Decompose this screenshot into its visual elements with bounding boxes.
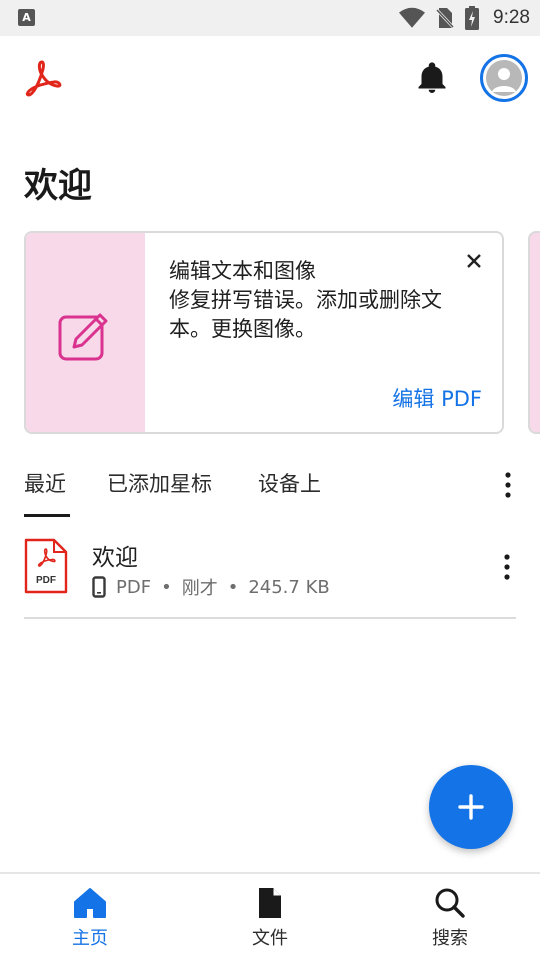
separator-dot: • — [161, 576, 172, 598]
file-type: PDF — [116, 576, 152, 598]
svg-text:PDF: PDF — [36, 575, 56, 586]
file-size: 245.7 KB — [248, 576, 330, 598]
search-icon — [435, 888, 465, 918]
nav-search[interactable]: 搜索 — [400, 886, 500, 950]
nav-files[interactable]: 文件 — [220, 886, 320, 950]
bottom-navigation: 主页 文件 搜索 — [0, 872, 540, 960]
battery-charging-icon — [465, 6, 480, 30]
promo-art — [26, 233, 145, 432]
file-list-item[interactable]: PDF 欢迎 PDF • 刚才 • 245.7 KB — [0, 530, 540, 616]
plus-icon — [458, 794, 484, 820]
file-more-options-icon[interactable] — [495, 552, 519, 582]
nav-home[interactable]: 主页 — [40, 886, 140, 950]
edit-pencil-icon — [58, 313, 108, 361]
file-meta: PDF • 刚才 • 245.7 KB — [92, 574, 330, 600]
close-icon[interactable] — [462, 249, 486, 273]
edit-pdf-link[interactable]: 编辑 PDF — [392, 383, 482, 413]
status-bar: A 9:28 — [0, 0, 540, 36]
wifi-icon — [399, 7, 426, 28]
notifications-bell-icon[interactable] — [414, 60, 450, 96]
phone-icon — [92, 576, 106, 598]
create-fab-button[interactable] — [429, 765, 513, 849]
file-icon — [259, 888, 281, 918]
keyboard-indicator-icon: A — [18, 9, 35, 26]
tab-on-device[interactable]: 设备上 — [258, 468, 321, 498]
adobe-acrobat-logo-icon[interactable] — [22, 58, 62, 98]
next-promo-card[interactable] — [528, 231, 540, 434]
file-modified: 刚才 — [181, 578, 218, 599]
account-avatar[interactable] — [480, 54, 528, 102]
separator-dot: • — [227, 576, 239, 598]
active-tab-indicator — [24, 514, 70, 517]
nav-search-label: 搜索 — [432, 928, 468, 949]
nav-files-label: 文件 — [252, 928, 288, 949]
promo-card-edit-pdf[interactable]: 编辑文本和图像 修复拼写错误。添加或删除文本。更换图像。 编辑 PDF — [24, 231, 504, 434]
pdf-file-icon: PDF — [24, 538, 68, 594]
file-tabs: 最近 已添加星标 设备上 — [0, 458, 540, 518]
promo-description: 修复拼写错误。添加或删除文本。更换图像。 — [169, 288, 442, 341]
status-time: 9:28 — [493, 7, 530, 28]
status-icons: 9:28 — [399, 0, 530, 36]
more-options-icon[interactable] — [496, 470, 520, 500]
promo-title: 编辑文本和图像 — [169, 259, 316, 283]
list-divider — [24, 617, 516, 619]
no-sim-icon — [435, 8, 455, 29]
page-title: 欢迎 — [24, 166, 92, 206]
file-name: 欢迎 — [92, 545, 138, 571]
nav-home-label: 主页 — [72, 928, 108, 949]
home-icon — [74, 888, 106, 918]
tab-starred[interactable]: 已添加星标 — [107, 468, 212, 498]
app-bar — [0, 36, 540, 120]
tab-recent[interactable]: 最近 — [24, 468, 66, 498]
person-icon — [486, 60, 522, 96]
